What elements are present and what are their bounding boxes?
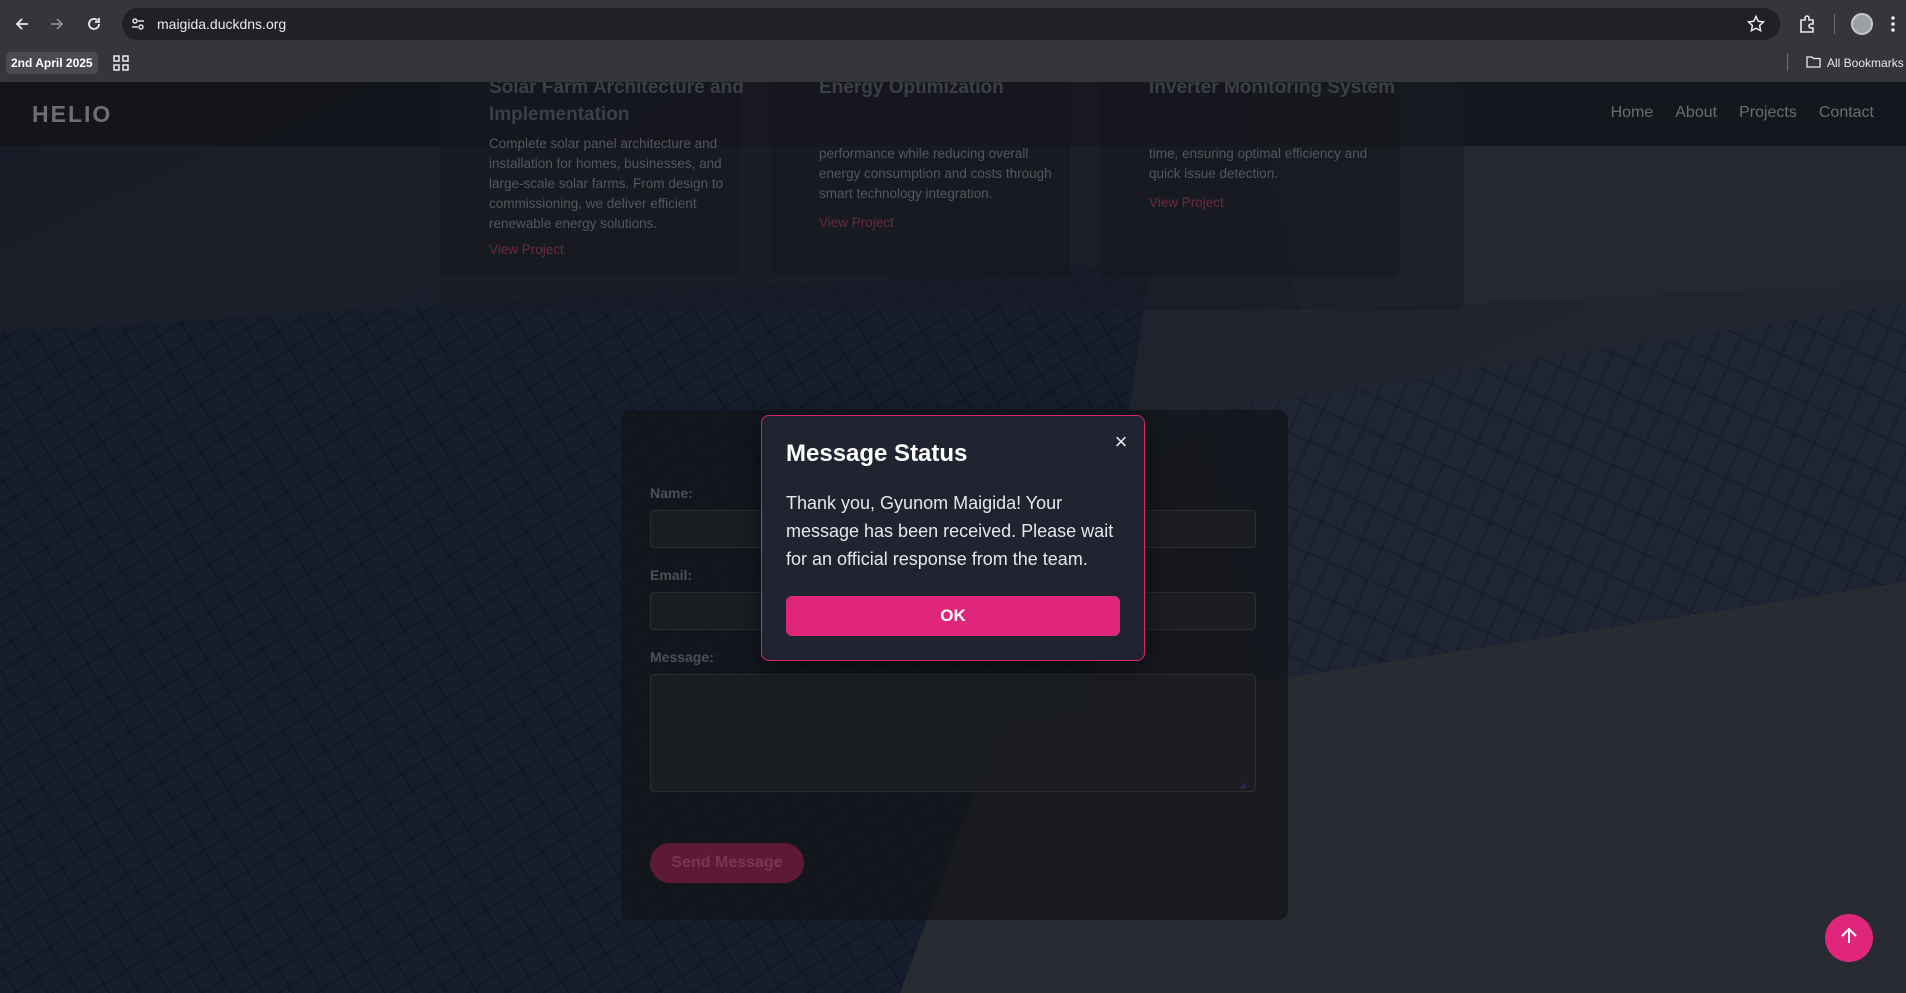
project-title: Solar Farm Architecture and Implementati… (489, 82, 744, 125)
projects-section: Solar Farm Architecture and Implementati… (440, 82, 1464, 310)
arrow-up-icon (1838, 925, 1860, 952)
scroll-to-top-button[interactable] (1825, 914, 1873, 962)
all-bookmarks-label: All Bookmarks (1827, 56, 1904, 70)
browser-toolbar: maigida.duckdns.org (0, 0, 1906, 48)
nav-projects[interactable]: Projects (1739, 104, 1797, 122)
modal-message: Thank you, Gyunom Maigida! Your message … (786, 493, 1114, 569)
toolbar-divider (1834, 14, 1835, 34)
close-icon[interactable]: × (1111, 431, 1131, 453)
address-bar[interactable]: maigida.duckdns.org (122, 8, 1780, 40)
project-title: Energy Optimization (819, 82, 1004, 98)
ok-button[interactable]: OK (786, 596, 1120, 636)
project-title: Inverter Monitoring System (1149, 82, 1395, 98)
bookmark-date[interactable]: 2nd April 2025 (6, 52, 98, 74)
browser-chrome: maigida.duckdns.org 2nd April 2025 All B… (0, 0, 1906, 82)
nav-about[interactable]: About (1675, 104, 1717, 122)
project-description: performance while reducing overall energ… (819, 146, 1052, 201)
project-card: Energy Optimization performance while re… (770, 82, 1070, 277)
message-textarea[interactable] (650, 674, 1256, 792)
url-text[interactable]: maigida.duckdns.org (157, 16, 286, 32)
message-status-modal: Message Status × Thank you, Gyunom Maigi… (761, 415, 1145, 661)
all-bookmarks-button[interactable]: All Bookmarks (1806, 52, 1904, 74)
forward-icon[interactable] (45, 12, 69, 36)
project-link[interactable]: View Project (489, 242, 564, 257)
project-link[interactable]: View Project (1149, 195, 1224, 210)
project-card: Inverter Monitoring System time, ensurin… (1100, 82, 1400, 277)
apps-grid-icon[interactable] (112, 54, 130, 72)
name-label: Name: (650, 485, 693, 501)
site-logo[interactable]: HELIO (32, 101, 112, 128)
site-settings-icon[interactable] (130, 16, 146, 32)
modal-title: Message Status (786, 440, 968, 467)
message-label: Message: (650, 649, 714, 665)
browser-menu-icon[interactable] (1890, 14, 1896, 34)
site-nav: Home About Projects Contact (1611, 104, 1874, 122)
resize-grip-icon[interactable] (1239, 777, 1247, 790)
bookmark-star-icon[interactable] (1746, 14, 1766, 34)
project-description: time, ensuring optimal efficiency and qu… (1149, 146, 1368, 181)
folder-icon (1806, 55, 1821, 71)
send-message-button[interactable]: Send Message (650, 843, 804, 883)
web-page: HELIO Home About Projects Contact Solar … (0, 82, 1906, 993)
project-description: Complete solar panel architecture and in… (489, 136, 724, 231)
nav-home[interactable]: Home (1611, 104, 1654, 122)
nav-contact[interactable]: Contact (1819, 104, 1874, 122)
profile-avatar[interactable] (1851, 13, 1873, 35)
bookmarks-bar: 2nd April 2025 All Bookmarks (0, 48, 1906, 82)
email-label: Email: (650, 567, 693, 583)
project-link[interactable]: View Project (819, 215, 894, 230)
reload-icon[interactable] (82, 12, 106, 36)
back-icon[interactable] (10, 12, 34, 36)
project-card: Solar Farm Architecture and Implementati… (440, 82, 744, 277)
extensions-icon[interactable] (1797, 13, 1819, 35)
bookmarks-divider (1787, 53, 1788, 71)
